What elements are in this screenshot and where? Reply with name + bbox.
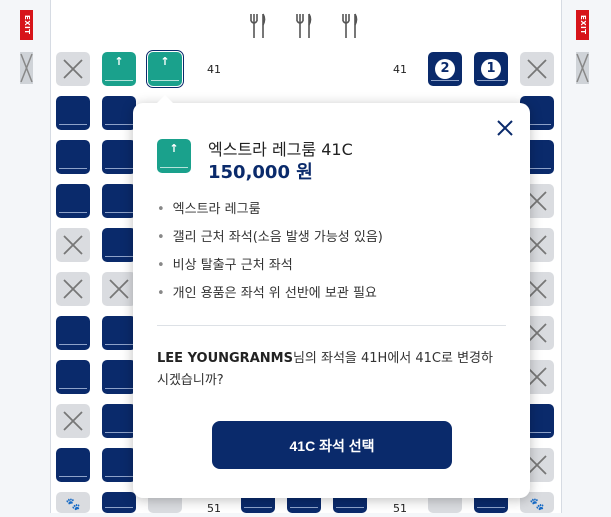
seat-available[interactable] — [102, 492, 136, 513]
seat-available[interactable] — [56, 140, 90, 174]
select-seat-button[interactable]: 41C 좌석 선택 — [212, 421, 452, 469]
feature-list: 엑스트라 레그룸 갤리 근처 좌석(소음 발생 가능성 있음) 비상 탈출구 근… — [157, 200, 383, 312]
seat-occupied-passenger-1[interactable]: 1 — [474, 52, 508, 86]
seat-available[interactable] — [56, 448, 90, 482]
galley-icon — [248, 13, 268, 39]
galley-icon — [340, 13, 360, 39]
seat-extra-legroom[interactable]: ↑ — [102, 52, 136, 86]
svg-text:🐾: 🐾 — [530, 497, 545, 511]
arrow-up-icon: ↑ — [160, 55, 170, 68]
seat-blocked — [56, 52, 90, 86]
seat-available[interactable] — [102, 448, 136, 482]
seat-available[interactable] — [56, 316, 90, 350]
close-icon[interactable] — [494, 117, 516, 139]
change-confirmation-message: LEE YOUNGRANMS님의 좌석을 41H에서 41C로 변경하시겠습니까… — [157, 348, 497, 392]
seat-extra-legroom-selected[interactable]: ↑ — [146, 50, 184, 88]
popup-title: 엑스트라 레그룸 41C — [208, 140, 353, 159]
seat-available[interactable] — [102, 184, 136, 218]
feature-item: 엑스트라 레그룸 — [157, 200, 383, 228]
seat-available[interactable] — [102, 316, 136, 350]
seat-available[interactable] — [102, 360, 136, 394]
passenger-badge: 2 — [435, 59, 455, 79]
popup-caret — [157, 95, 173, 103]
seat-available[interactable] — [56, 360, 90, 394]
row-label: 51 — [393, 502, 407, 515]
passenger-badge: 1 — [481, 59, 501, 79]
exit-sign-left: EXIT — [20, 10, 33, 40]
exit-sign-right: EXIT — [576, 10, 589, 40]
feature-item: 개인 용품은 좌석 위 선반에 보관 필요 — [157, 284, 383, 312]
extra-legroom-seat-icon: ↑ — [157, 139, 191, 173]
seat-available[interactable] — [56, 184, 90, 218]
exit-door-right — [576, 52, 589, 84]
passenger-name: LEE YOUNGRANMS — [157, 351, 293, 366]
seat-available[interactable] — [102, 140, 136, 174]
arrow-up-icon: ↑ — [114, 55, 124, 68]
feature-item: 비상 탈출구 근처 좌석 — [157, 256, 383, 284]
seat-available[interactable] — [56, 96, 90, 130]
popup-price: 150,000 원 — [208, 162, 313, 183]
seat-blocked — [102, 272, 136, 306]
seat-blocked — [56, 272, 90, 306]
seat-occupied-passenger-2[interactable]: 2 — [428, 52, 462, 86]
row-label: 41 — [207, 63, 221, 76]
seat-available[interactable] — [102, 228, 136, 262]
seat-pet-friendly[interactable]: 🐾 — [56, 492, 90, 513]
divider — [157, 325, 506, 326]
galley-icon — [294, 13, 314, 39]
row-label: 51 — [207, 502, 221, 515]
seat-blocked — [520, 52, 554, 86]
seat-available[interactable] — [102, 96, 136, 130]
seat-blocked — [56, 228, 90, 262]
seat-blocked — [56, 404, 90, 438]
seat-available[interactable] — [102, 404, 136, 438]
seat-info-popup: ↑ 엑스트라 레그룸 41C 150,000 원 엑스트라 레그룸 갤리 근처 … — [133, 95, 530, 498]
exit-door-left — [20, 52, 33, 84]
feature-item: 갤리 근처 좌석(소음 발생 가능성 있음) — [157, 228, 383, 256]
svg-text:🐾: 🐾 — [66, 497, 81, 511]
arrow-up-icon: ↑ — [169, 142, 179, 155]
row-label: 41 — [393, 63, 407, 76]
